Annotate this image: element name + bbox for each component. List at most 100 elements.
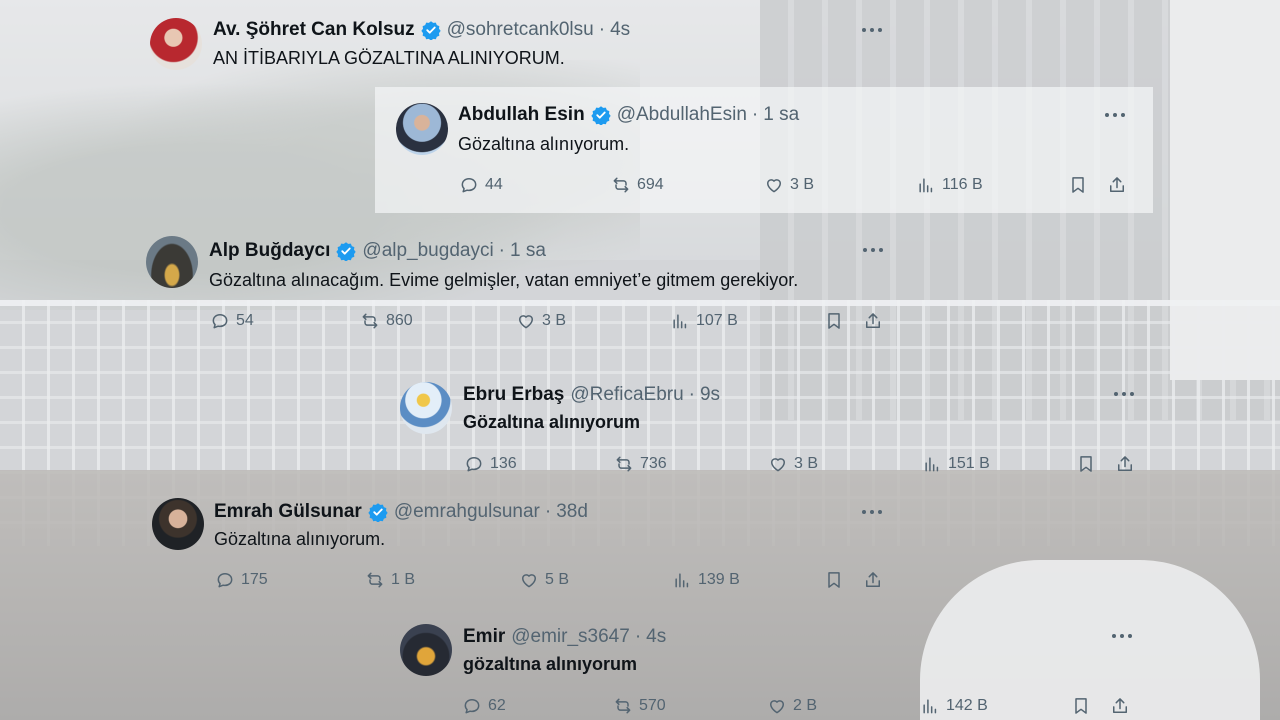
reply-count: 136 [490, 455, 517, 472]
share-button[interactable] [1110, 696, 1130, 716]
author-handle[interactable]: @ReficaEbru [570, 384, 683, 406]
like-icon [767, 179, 781, 193]
more-icon[interactable] [1114, 390, 1138, 398]
tweet-card[interactable]: Emrah Gülsunar @emrahgulsunar · 38d Göza… [140, 488, 900, 600]
like-button[interactable]: 3 B [764, 175, 814, 195]
reply-button[interactable]: 54 [210, 311, 254, 331]
avatar[interactable] [152, 498, 204, 550]
author-handle[interactable]: @AbdullahEsin [617, 104, 747, 126]
like-count: 3 B [790, 176, 815, 193]
like-button[interactable]: 3 B [516, 311, 566, 331]
views-count: 142 B [946, 697, 988, 714]
avatar[interactable] [396, 103, 448, 155]
share-button[interactable] [1115, 454, 1135, 474]
like-icon [522, 574, 536, 588]
views-icon [925, 457, 939, 472]
tweet-time[interactable]: 9s [700, 384, 720, 406]
repost-button[interactable]: 860 [360, 311, 413, 331]
tweet-card[interactable]: Av. Şöhret Can Kolsuz @sohretcank0lsu · … [140, 10, 900, 80]
author-handle[interactable]: @emir_s3647 [511, 626, 630, 648]
like-count: 3 B [794, 455, 819, 472]
tweet-text: Gözaltına alınıyorum [463, 412, 641, 432]
author-name[interactable]: Ebru Erbaş [463, 384, 564, 406]
author-handle[interactable]: @emrahgulsunar [394, 501, 540, 523]
reply-button[interactable]: 136 [464, 454, 517, 474]
author-name[interactable]: Av. Şöhret Can Kolsuz [213, 19, 415, 41]
like-button[interactable]: 3 B [768, 454, 818, 474]
reply-button[interactable]: 62 [462, 696, 506, 716]
author-handle[interactable]: @alp_bugdayci [362, 240, 493, 262]
share-button[interactable] [863, 570, 883, 590]
reply-icon [464, 699, 480, 714]
separator-dot: · [751, 104, 759, 125]
like-button[interactable]: 2 B [767, 696, 817, 716]
views-icon [923, 699, 937, 714]
bookmark-icon [1080, 456, 1092, 472]
bookmark-button[interactable] [1068, 175, 1088, 195]
reply-icon [466, 457, 482, 472]
views-count: 107 B [696, 312, 738, 329]
like-icon [519, 315, 533, 329]
separator-dot: · [634, 626, 642, 647]
tweet-time[interactable]: 1 sa [510, 240, 546, 262]
avatar[interactable] [400, 382, 452, 434]
more-icon[interactable] [1105, 111, 1129, 119]
repost-button[interactable]: 570 [613, 696, 666, 716]
like-icon [771, 458, 785, 472]
views-button[interactable]: 116 B [916, 175, 983, 195]
separator-dot: · [688, 384, 695, 405]
tweet-time[interactable]: 38d [556, 501, 588, 523]
reply-icon [212, 314, 228, 329]
tweet-text: Gözaltına alınacağım. Evime gelmişler, v… [209, 270, 799, 290]
repost-button[interactable]: 736 [614, 454, 667, 474]
bookmark-button[interactable] [824, 570, 844, 590]
like-button[interactable]: 5 B [519, 570, 569, 590]
avatar[interactable] [150, 18, 202, 70]
share-button[interactable] [863, 311, 883, 331]
author-name[interactable]: Abdullah Esin [458, 104, 585, 126]
avatar[interactable] [146, 236, 198, 288]
reply-button[interactable]: 175 [215, 570, 268, 590]
separator-dot: · [498, 240, 505, 261]
more-icon[interactable] [862, 26, 886, 34]
reply-button[interactable]: 44 [459, 175, 503, 195]
more-icon[interactable] [862, 508, 886, 516]
tweet-time[interactable]: 4s [646, 626, 666, 648]
tweet-text: Gözaltına alınıyorum. [458, 134, 630, 154]
tweet-card[interactable]: Alp Buğdaycı @alp_bugdayci · 1 sa Gözalt… [130, 226, 910, 336]
views-button[interactable]: 151 B [922, 454, 990, 474]
bookmark-button[interactable] [1071, 696, 1091, 716]
repost-button[interactable]: 1 B [365, 570, 415, 590]
verified-badge-icon [368, 503, 388, 522]
separator-dot: · [598, 19, 606, 40]
more-icon[interactable] [863, 246, 887, 254]
avatar[interactable] [400, 624, 452, 676]
views-button[interactable]: 107 B [670, 311, 738, 331]
more-icon[interactable] [1112, 632, 1136, 640]
views-button[interactable]: 142 B [920, 696, 988, 716]
tweet-text: Gözaltına alınıyorum. [214, 529, 386, 549]
separator-dot: · [544, 501, 552, 522]
repost-icon [615, 698, 631, 714]
views-button[interactable]: 139 B [672, 570, 740, 590]
share-icon [866, 313, 880, 328]
tweet-card[interactable]: Ebru Erbaş @ReficaEbru · 9s Gözaltına al… [390, 370, 1150, 482]
repost-button[interactable]: 694 [611, 175, 664, 195]
author-handle[interactable]: @sohretcank0lsu [447, 19, 594, 41]
bookmark-button[interactable] [1076, 454, 1096, 474]
views-icon [675, 573, 689, 588]
verified-badge-icon [591, 106, 611, 125]
repost-count: 570 [639, 697, 666, 714]
tweet-card[interactable]: Abdullah Esin @AbdullahEsin · 1 sa Gözal… [375, 87, 1153, 213]
share-button[interactable] [1107, 175, 1127, 195]
author-name[interactable]: Emir [463, 626, 505, 648]
author-name[interactable]: Emrah Gülsunar [214, 501, 362, 523]
tweet-time[interactable]: 4s [610, 19, 630, 41]
reply-icon [217, 573, 233, 588]
like-icon [770, 700, 784, 714]
tweet-card[interactable]: Emir @emir_s3647 · 4s gözaltına alınıyor… [390, 612, 1150, 720]
tweet-time[interactable]: 1 sa [763, 104, 799, 126]
repost-icon [367, 572, 383, 588]
author-name[interactable]: Alp Buğdaycı [209, 240, 330, 262]
bookmark-button[interactable] [824, 311, 844, 331]
